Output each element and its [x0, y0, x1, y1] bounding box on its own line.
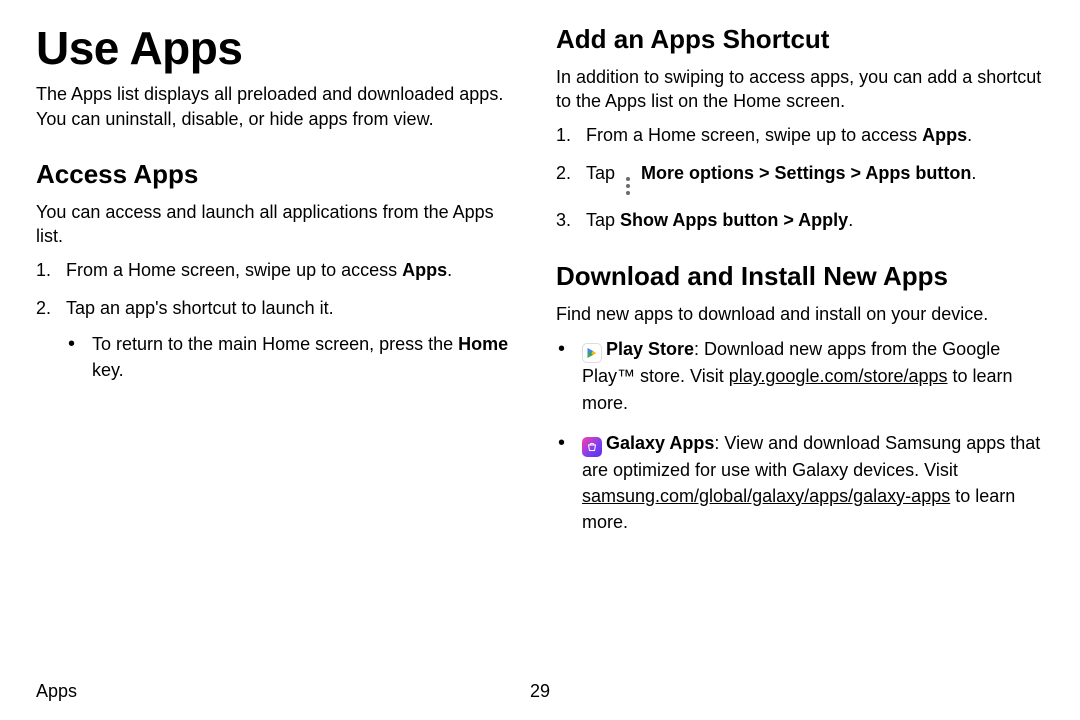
right-column: Add an Apps Shortcut In addition to swip…: [556, 24, 1044, 664]
apps-bold: Apps: [402, 260, 447, 280]
footer-section: Apps: [36, 681, 77, 701]
text: .: [967, 125, 972, 145]
galaxy-apps-label: Galaxy Apps: [606, 433, 714, 453]
text: .: [447, 260, 452, 280]
add-shortcut-heading: Add an Apps Shortcut: [556, 24, 1044, 55]
home-bold: Home: [458, 334, 508, 354]
text: Tap an app's shortcut to launch it.: [66, 298, 334, 318]
text: .: [848, 210, 853, 230]
play-store-link[interactable]: play.google.com/store/apps: [729, 366, 948, 386]
download-install-heading: Download and Install New Apps: [556, 261, 1044, 292]
access-apps-steps: From a Home screen, swipe up to access A…: [36, 257, 524, 383]
galaxy-apps-icon: [582, 437, 602, 457]
access-apps-heading: Access Apps: [36, 159, 524, 190]
text: From a Home screen, swipe up to access: [66, 260, 402, 280]
footer-page-number: 29: [530, 681, 550, 702]
play-store-label: Play Store: [606, 339, 694, 359]
intro-text: The Apps list displays all preloaded and…: [36, 82, 524, 131]
access-sub-1: To return to the main Home screen, press…: [66, 331, 524, 383]
page-columns: Use Apps The Apps list displays all prel…: [36, 24, 1044, 664]
more-options-icon: [622, 177, 634, 195]
access-step-1: From a Home screen, swipe up to access A…: [36, 257, 524, 283]
more-options-bold: More options > Settings > Apps button: [641, 163, 971, 183]
text: .: [971, 163, 976, 183]
text: From a Home screen, swipe up to access: [586, 125, 922, 145]
text: key.: [92, 360, 124, 380]
play-store-item: Play Store: Download new apps from the G…: [556, 336, 1044, 415]
play-store-icon: [582, 343, 602, 363]
access-substeps: To return to the main Home screen, press…: [66, 331, 524, 383]
page-title: Use Apps: [36, 24, 524, 72]
text: Tap: [586, 163, 620, 183]
text: To return to the main Home screen, press…: [92, 334, 458, 354]
download-list: Play Store: Download new apps from the G…: [556, 336, 1044, 534]
galaxy-apps-item: Galaxy Apps: View and download Samsung a…: [556, 430, 1044, 535]
access-apps-intro: You can access and launch all applicatio…: [36, 200, 524, 249]
text: Tap: [586, 210, 620, 230]
shortcut-step-1: From a Home screen, swipe up to access A…: [556, 122, 1044, 148]
add-shortcut-steps: From a Home screen, swipe up to access A…: [556, 122, 1044, 233]
download-install-intro: Find new apps to download and install on…: [556, 302, 1044, 326]
galaxy-apps-link[interactable]: samsung.com/global/galaxy/apps/galaxy-ap…: [582, 486, 950, 506]
shortcut-step-3: Tap Show Apps button > Apply.: [556, 207, 1044, 233]
apps-bold: Apps: [922, 125, 967, 145]
shortcut-step-2: Tap More options > Settings > Apps butto…: [556, 160, 1044, 195]
show-apps-bold: Show Apps button > Apply: [620, 210, 848, 230]
access-step-2: Tap an app's shortcut to launch it. To r…: [36, 295, 524, 383]
page-footer: Apps 29: [36, 681, 1044, 702]
left-column: Use Apps The Apps list displays all prel…: [36, 24, 524, 664]
add-shortcut-intro: In addition to swiping to access apps, y…: [556, 65, 1044, 114]
